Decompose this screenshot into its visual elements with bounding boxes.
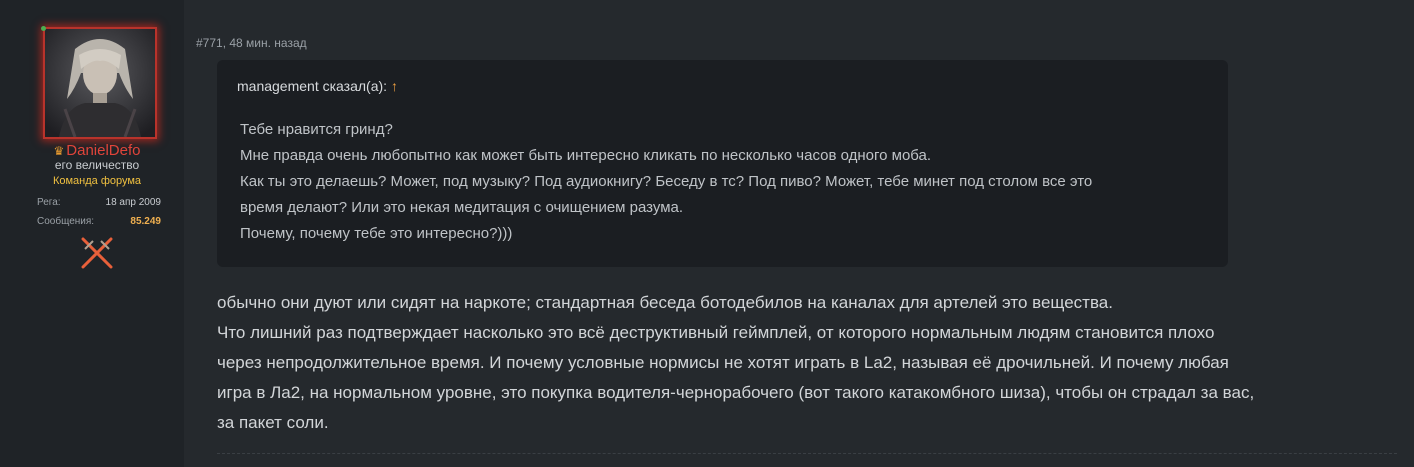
quote-line: Тебе нравится гринд? (240, 121, 393, 138)
avatar[interactable] (43, 27, 157, 139)
quote-line: Мне правда очень любопытно как может быт… (240, 147, 932, 164)
online-status-icon (41, 26, 46, 31)
team-badge: Команда форума (52, 175, 142, 187)
post-body-line: Что лишний раз подтверждает насколько эт… (217, 323, 1215, 342)
stat-label: Сообщения: (37, 216, 95, 227)
post-body-line: игра в Ла2, на нормальном уровне, это по… (217, 383, 1255, 402)
quote-block: management сказал(а): ↑ Тебе нравится гри… (217, 60, 1228, 267)
username-row[interactable]: ♛ DanielDefo (0, 142, 194, 159)
divider (217, 453, 1397, 454)
post-body: обычно они дуют или сидят на наркоте; ст… (217, 288, 1397, 438)
stat-value[interactable]: 85.249 (130, 216, 161, 227)
quote-line: время делают? Или это некая медитация с … (240, 199, 684, 216)
arrow-up-icon[interactable]: ↑ (391, 78, 398, 94)
user-title: его величество (54, 158, 140, 172)
quote-author-text[interactable]: management сказал(а): (237, 78, 387, 94)
avatar-image (45, 29, 155, 137)
username[interactable]: DanielDefo (66, 142, 140, 159)
post-meta-link[interactable]: #771, 48 мин. назад (196, 36, 307, 50)
stat-value: 18 апр 2009 (105, 197, 161, 208)
quote-line: Почему, почему тебе это интересно?))) (240, 225, 513, 242)
post-body-line: через непродолжительное время. И почему … (217, 353, 1229, 372)
post-body-line: обычно они дуют или сидят на наркоте; ст… (217, 293, 1113, 312)
stat-label: Рега: (37, 197, 61, 208)
author-sidebar: ♛ DanielDefo его величество Команда форум… (0, 0, 184, 467)
post-body-line: за пакет соли. (217, 413, 329, 432)
crown-icon: ♛ (53, 144, 65, 158)
quote-author[interactable]: management сказал(а): ↑ (237, 78, 398, 94)
forum-post: ♛ DanielDefo его величество Команда форум… (0, 0, 1414, 467)
crossed-swords-icon (81, 237, 113, 269)
quote-body: Тебе нравится гринд? Мне правда очень лю… (240, 117, 1220, 247)
quote-line: Как ты это делаешь? Может, под музыку? П… (240, 173, 1093, 190)
